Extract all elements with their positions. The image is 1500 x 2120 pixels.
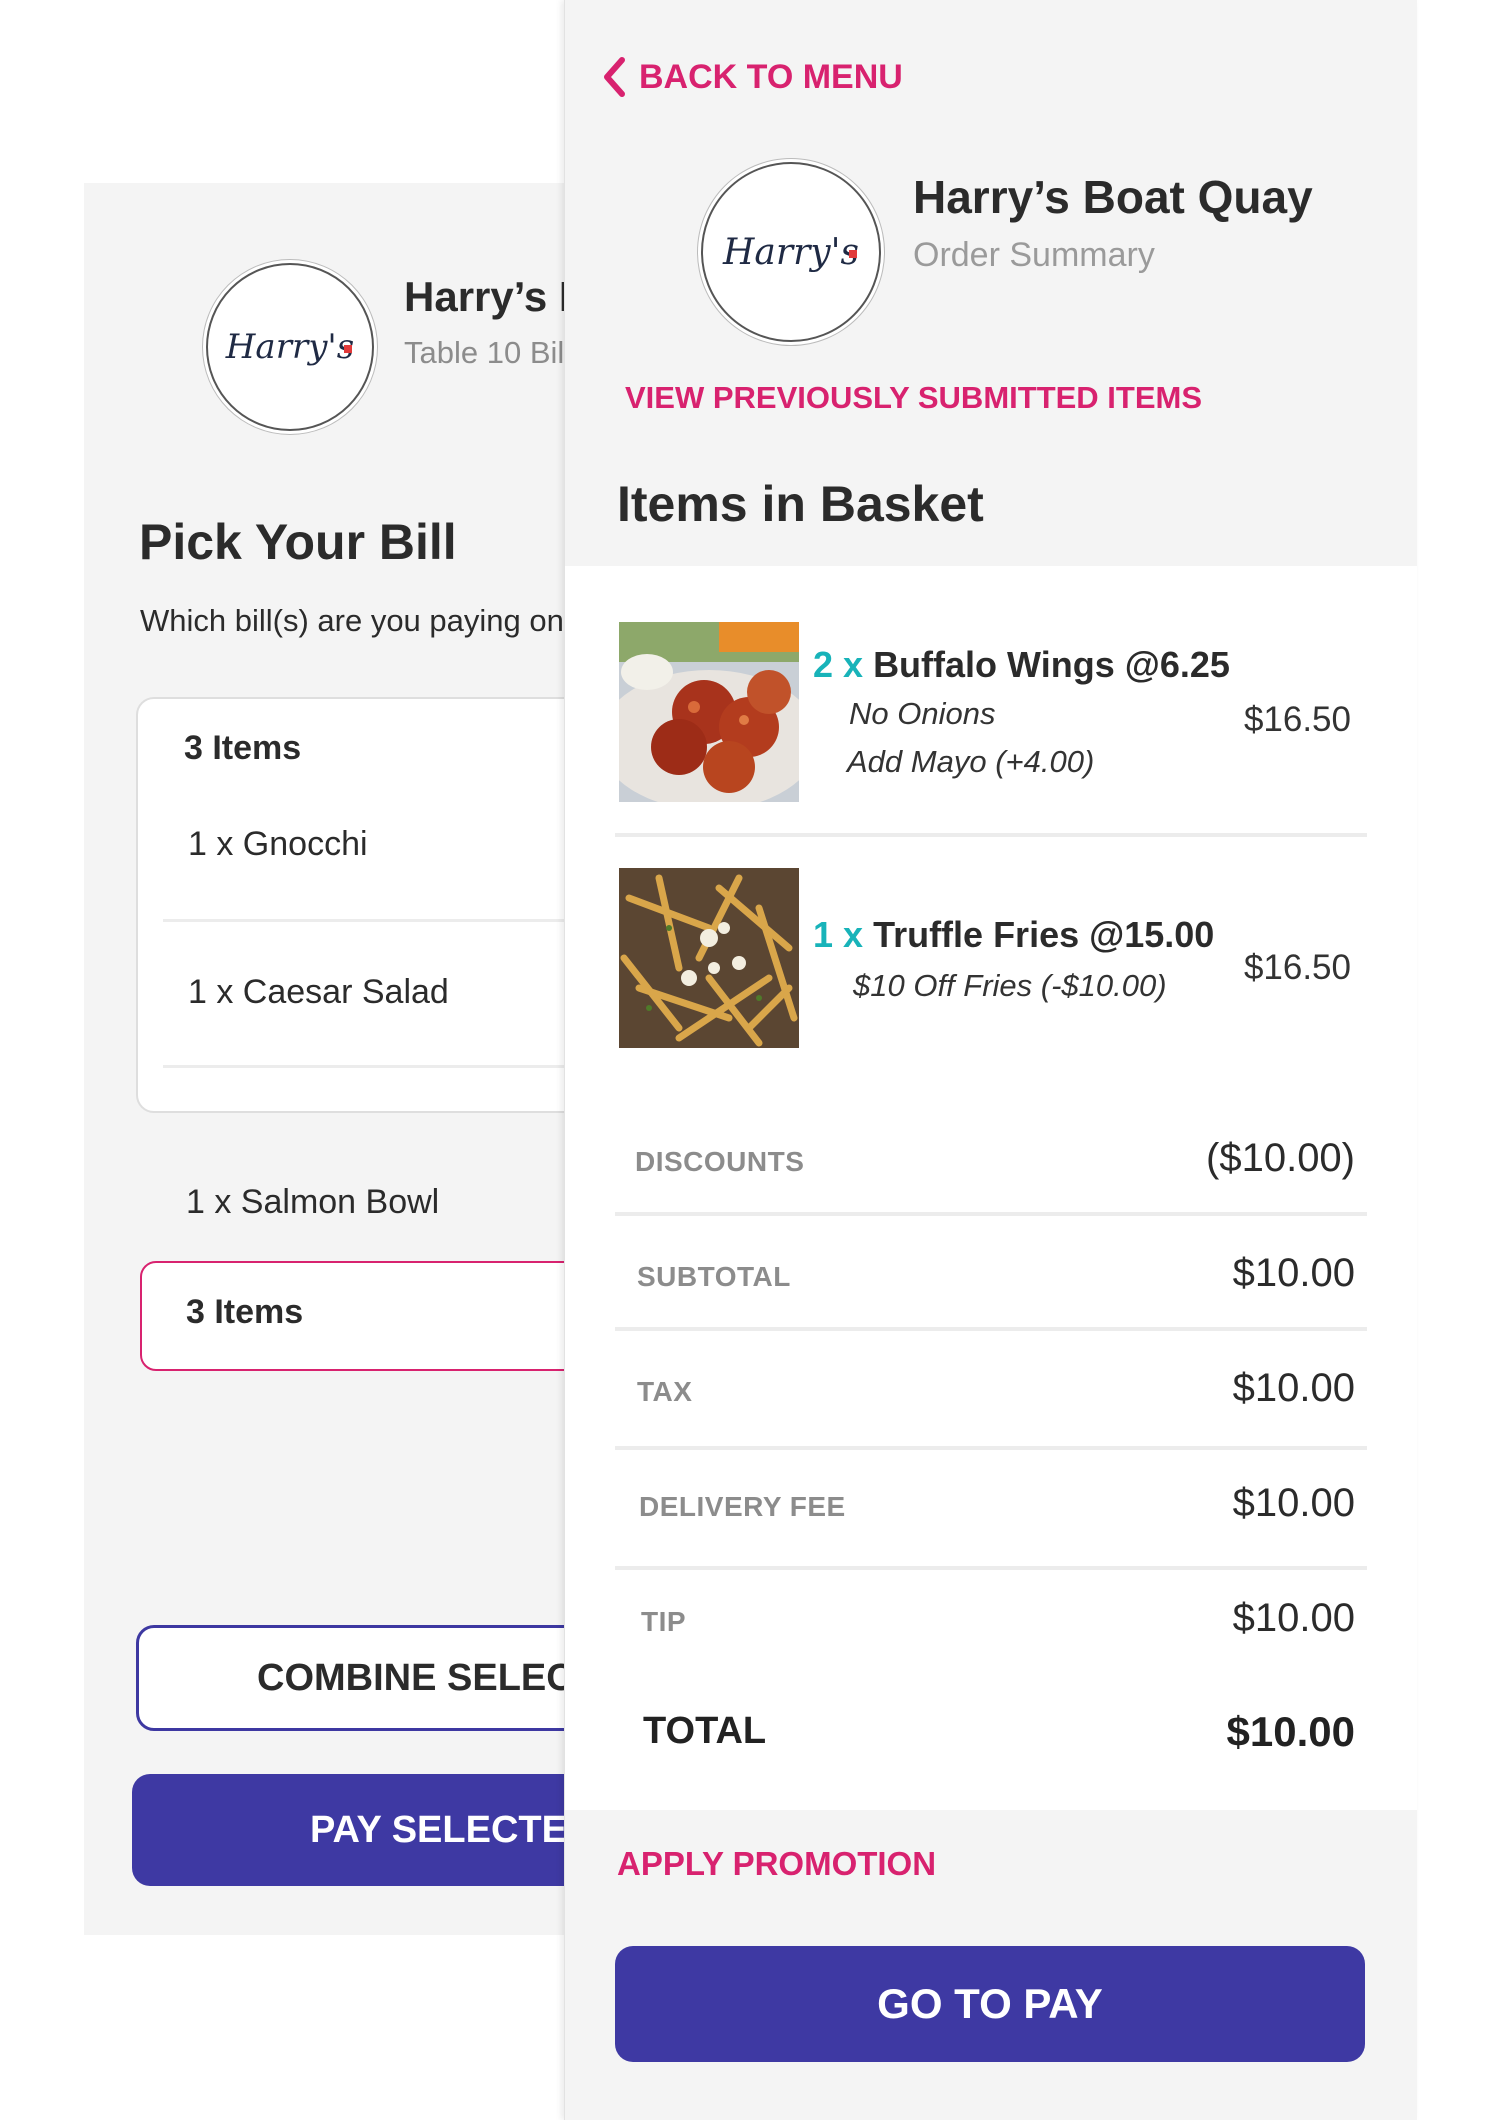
divider [615, 1446, 1367, 1450]
tip-label: TIP [641, 1606, 687, 1637]
logo-wordmark: Harry's [225, 327, 355, 367]
basket-item-title: 2 x Buffalo Wings @6.25 [813, 644, 1230, 686]
truffle-fries-photo [619, 868, 799, 1048]
logo-seal-icon [344, 345, 352, 353]
item-quantity: 2 x [813, 644, 864, 685]
bill-line-item: 1 x Caesar Salad [188, 973, 449, 1011]
tax-label: TAX [637, 1376, 693, 1407]
restaurant-logo: Harry's [701, 162, 881, 342]
basket-heading: Items in Basket [617, 476, 984, 532]
subtotal-value: $10.00 [1232, 1251, 1355, 1295]
total-value: $10.00 [1226, 1708, 1355, 1755]
subtotal-label: SUBTOTAL [637, 1261, 791, 1292]
item-name: Buffalo Wings @6.25 [873, 644, 1230, 685]
delivery-fee-label: DELIVERY FEE [639, 1491, 846, 1522]
apply-promotion-link[interactable]: APPLY PROMOTION [617, 1845, 936, 1883]
item-modifier: $10 Off Fries (-$10.00) [853, 968, 1167, 1003]
back-to-menu-label: BACK TO MENU [639, 57, 903, 96]
order-summary-screen: BACK TO MENU Harry's Harry’s Boat Quay O… [564, 0, 1417, 2120]
basket-item-title: 1 x Truffle Fries @15.00 [813, 914, 1214, 956]
item-quantity: 1 x [813, 914, 864, 955]
back-to-menu-link[interactable]: BACK TO MENU [601, 52, 903, 102]
bill-card[interactable]: 3 Items 1 x Gnocchi 1 x Caesar Salad [136, 697, 564, 1113]
divider [163, 919, 564, 922]
divider [615, 1212, 1367, 1216]
bill-item-count: 3 Items [184, 729, 302, 767]
bill-card-selected[interactable]: 3 Items [140, 1261, 564, 1371]
bill-line-item: 1 x Salmon Bowl [186, 1183, 440, 1221]
bill-line-item: 1 x Gnocchi [188, 825, 368, 863]
view-previous-items-link[interactable]: VIEW PREVIOUSLY SUBMITTED ITEMS [625, 380, 1202, 416]
item-modifier: No Onions [849, 696, 996, 731]
combine-selected-button[interactable]: COMBINE SELECTED [136, 1625, 564, 1731]
go-to-pay-button[interactable]: GO TO PAY [615, 1946, 1365, 2062]
total-label: TOTAL [643, 1710, 767, 1752]
restaurant-name: Harry’s Boat Quay [913, 171, 1313, 223]
item-modifier: Add Mayo (+4.00) [847, 744, 1095, 779]
tip-value: $10.00 [1232, 1596, 1355, 1640]
pay-selected-button[interactable]: PAY SELECTED [132, 1774, 564, 1886]
delivery-fee-value: $10.00 [1232, 1481, 1355, 1525]
pick-bill-screen: Harry's Harry’s Boat Quay Table 10 Bill … [84, 183, 564, 1935]
table-bill-subtitle: Table 10 Bill [404, 335, 564, 370]
divider [615, 1566, 1367, 1570]
restaurant-logo: Harry's [206, 263, 374, 431]
tax-value: $10.00 [1232, 1366, 1355, 1410]
discounts-value: ($10.00) [1206, 1136, 1355, 1180]
page-title: Pick Your Bill [139, 514, 457, 570]
restaurant-name: Harry’s Boat Quay [404, 273, 564, 320]
bill-item-count: 3 Items [186, 1293, 304, 1331]
logo-seal-icon [849, 250, 857, 258]
discounts-label: DISCOUNTS [635, 1146, 805, 1177]
item-price: $16.50 [1243, 948, 1351, 987]
divider [163, 1065, 564, 1068]
bill-question: Which bill(s) are you paying on? [140, 603, 564, 638]
chevron-left-icon [604, 57, 625, 97]
order-summary-subtitle: Order Summary [913, 236, 1155, 274]
buffalo-wings-photo [619, 622, 799, 802]
item-name: Truffle Fries @15.00 [873, 914, 1215, 955]
divider [615, 1327, 1367, 1331]
item-price: $16.50 [1243, 700, 1351, 739]
logo-wordmark: Harry's [723, 231, 859, 273]
divider [615, 833, 1367, 837]
